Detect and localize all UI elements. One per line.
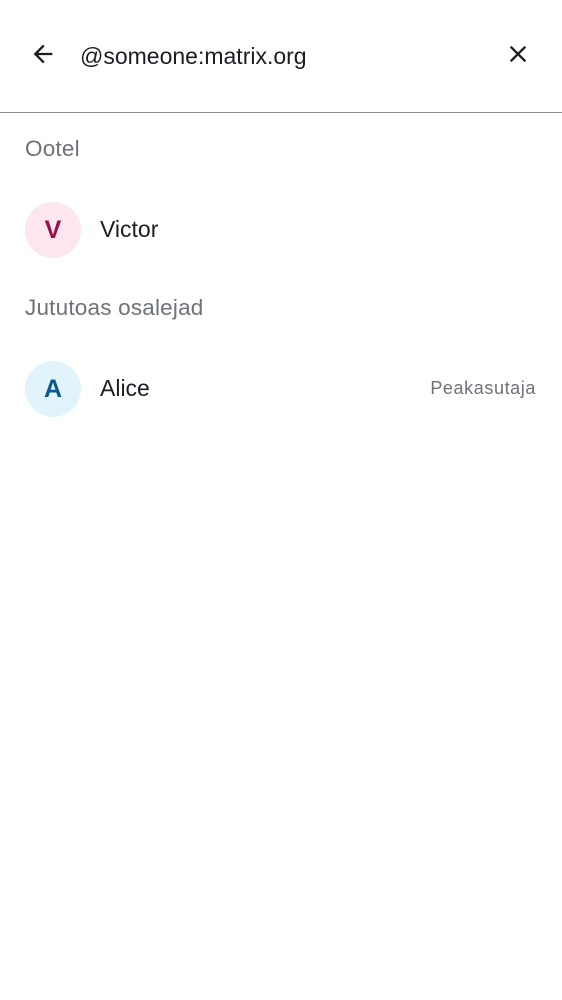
avatar: A — [25, 361, 81, 417]
member-row-victor[interactable]: V Victor — [0, 190, 562, 270]
member-name: Alice — [100, 375, 150, 401]
avatar-initial: V — [44, 215, 62, 244]
avatar-initial: A — [43, 374, 63, 403]
member-role-badge: Peakasutaja — [430, 378, 536, 398]
member-name: Victor — [100, 216, 159, 242]
arrow-left-icon — [29, 40, 57, 73]
section-header-room-members: Jututoas osalejad — [25, 295, 204, 320]
clear-search-button[interactable] — [495, 33, 541, 79]
room-member-search-screen: Ootel V Victor Jututoas osalejad A Alice… — [0, 0, 562, 1000]
back-button[interactable] — [20, 33, 66, 79]
avatar: V — [25, 202, 81, 258]
member-row-alice[interactable]: A Alice Peakasutaja — [0, 349, 562, 429]
close-icon — [504, 40, 532, 73]
section-header-pending: Ootel — [25, 136, 80, 161]
search-input[interactable] — [80, 36, 480, 76]
search-bar — [0, 0, 562, 113]
